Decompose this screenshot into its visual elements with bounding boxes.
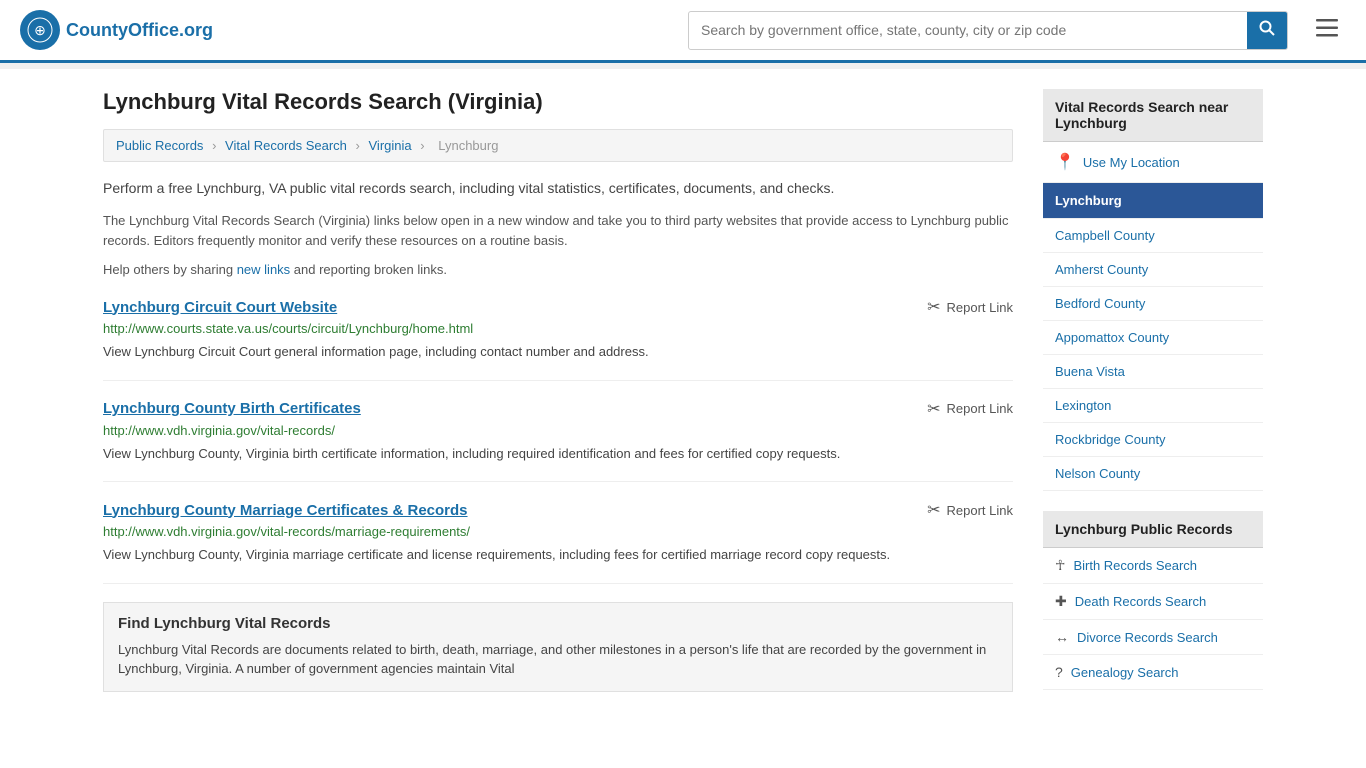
breadcrumb-virginia[interactable]: Virginia: [369, 138, 412, 153]
logo-icon: ⊕: [20, 10, 60, 50]
sidebar-item-buenavista[interactable]: Buena Vista: [1043, 355, 1263, 389]
breadcrumb-current: Lynchburg: [438, 138, 498, 153]
nearby-header: Vital Records Search near Lynchburg: [1043, 89, 1263, 142]
result-header-2: Lynchburg County Marriage Certificates &…: [103, 500, 1013, 520]
logo-link[interactable]: ⊕ CountyOffice.org: [20, 10, 213, 50]
result-desc-0: View Lynchburg Circuit Court general inf…: [103, 342, 1013, 362]
find-section-desc: Lynchburg Vital Records are documents re…: [118, 640, 998, 679]
report-link-1[interactable]: ✂ Report Link: [927, 399, 1013, 419]
result-header-1: Lynchburg County Birth Certificates ✂ Re…: [103, 399, 1013, 419]
intro-text: Perform a free Lynchburg, VA public vita…: [103, 178, 1013, 199]
breadcrumb-vital-records[interactable]: Vital Records Search: [225, 138, 347, 153]
result-item-1: Lynchburg County Birth Certificates ✂ Re…: [103, 399, 1013, 483]
find-section-title: Find Lynchburg Vital Records: [118, 615, 998, 632]
sidebar-item-campbell[interactable]: Campbell County: [1043, 219, 1263, 253]
result-item-0: Lynchburg Circuit Court Website ✂ Report…: [103, 297, 1013, 381]
results-list: Lynchburg Circuit Court Website ✂ Report…: [103, 297, 1013, 584]
public-records-section: Lynchburg Public Records ☥ Birth Records…: [1043, 511, 1263, 690]
main-layout: Lynchburg Vital Records Search (Virginia…: [83, 69, 1283, 710]
page-title: Lynchburg Vital Records Search (Virginia…: [103, 89, 1013, 115]
logo-text: CountyOffice.org: [66, 20, 213, 41]
report-link-0[interactable]: ✂ Report Link: [927, 297, 1013, 317]
breadcrumb: Public Records › Vital Records Search › …: [103, 129, 1013, 162]
sidebar-record-birth[interactable]: ☥ Birth Records Search: [1043, 548, 1263, 584]
sidebar-item-amherst[interactable]: Amherst County: [1043, 253, 1263, 287]
sidebar-item-rockbridge[interactable]: Rockbridge County: [1043, 423, 1263, 457]
sidebar-item-lynchburg-active[interactable]: Lynchburg: [1043, 183, 1263, 219]
sidebar-item-nelson[interactable]: Nelson County: [1043, 457, 1263, 491]
result-url-2[interactable]: http://www.vdh.virginia.gov/vital-record…: [103, 524, 1013, 539]
location-icon: 📍: [1055, 152, 1075, 172]
result-title-2[interactable]: Lynchburg County Marriage Certificates &…: [103, 502, 468, 519]
search-button[interactable]: [1247, 12, 1287, 49]
report-icon-0: ✂: [927, 297, 940, 317]
site-header: ⊕ CountyOffice.org: [0, 0, 1366, 63]
sidebar-item-appomattox[interactable]: Appomattox County: [1043, 321, 1263, 355]
new-links-link[interactable]: new links: [237, 262, 290, 277]
result-item-2: Lynchburg County Marriage Certificates &…: [103, 500, 1013, 584]
report-icon-1: ✂: [927, 399, 940, 419]
sidebar-record-genealogy[interactable]: ? Genealogy Search: [1043, 655, 1263, 690]
result-header-0: Lynchburg Circuit Court Website ✂ Report…: [103, 297, 1013, 317]
divorce-icon: ↔: [1055, 629, 1069, 645]
hamburger-menu-button[interactable]: [1308, 13, 1346, 47]
genealogy-icon: ?: [1055, 664, 1063, 680]
nearby-section: Vital Records Search near Lynchburg 📍 Us…: [1043, 89, 1263, 491]
find-section: Find Lynchburg Vital Records Lynchburg V…: [103, 602, 1013, 692]
report-icon-2: ✂: [927, 500, 940, 520]
birth-icon: ☥: [1055, 557, 1065, 574]
search-bar: [688, 11, 1288, 50]
breadcrumb-public-records[interactable]: Public Records: [116, 138, 203, 153]
result-url-0[interactable]: http://www.courts.state.va.us/courts/cir…: [103, 321, 1013, 336]
sidebar: Vital Records Search near Lynchburg 📍 Us…: [1043, 89, 1263, 710]
sidebar-record-divorce[interactable]: ↔ Divorce Records Search: [1043, 620, 1263, 655]
result-desc-2: View Lynchburg County, Virginia marriage…: [103, 545, 1013, 565]
result-url-1[interactable]: http://www.vdh.virginia.gov/vital-record…: [103, 423, 1013, 438]
result-title-1[interactable]: Lynchburg County Birth Certificates: [103, 400, 361, 417]
sidebar-item-lexington[interactable]: Lexington: [1043, 389, 1263, 423]
public-records-header: Lynchburg Public Records: [1043, 511, 1263, 548]
content-area: Lynchburg Vital Records Search (Virginia…: [103, 89, 1013, 710]
disclaimer-text: The Lynchburg Vital Records Search (Virg…: [103, 211, 1013, 250]
sidebar-item-bedford[interactable]: Bedford County: [1043, 287, 1263, 321]
search-input[interactable]: [689, 14, 1247, 46]
svg-text:⊕: ⊕: [34, 22, 46, 38]
result-title-0[interactable]: Lynchburg Circuit Court Website: [103, 299, 337, 316]
result-desc-1: View Lynchburg County, Virginia birth ce…: [103, 444, 1013, 464]
report-link-2[interactable]: ✂ Report Link: [927, 500, 1013, 520]
death-icon: ✚: [1055, 593, 1067, 610]
sidebar-record-death[interactable]: ✚ Death Records Search: [1043, 584, 1263, 620]
use-my-location-button[interactable]: 📍 Use My Location: [1043, 142, 1263, 183]
share-text: Help others by sharing new links and rep…: [103, 262, 1013, 277]
